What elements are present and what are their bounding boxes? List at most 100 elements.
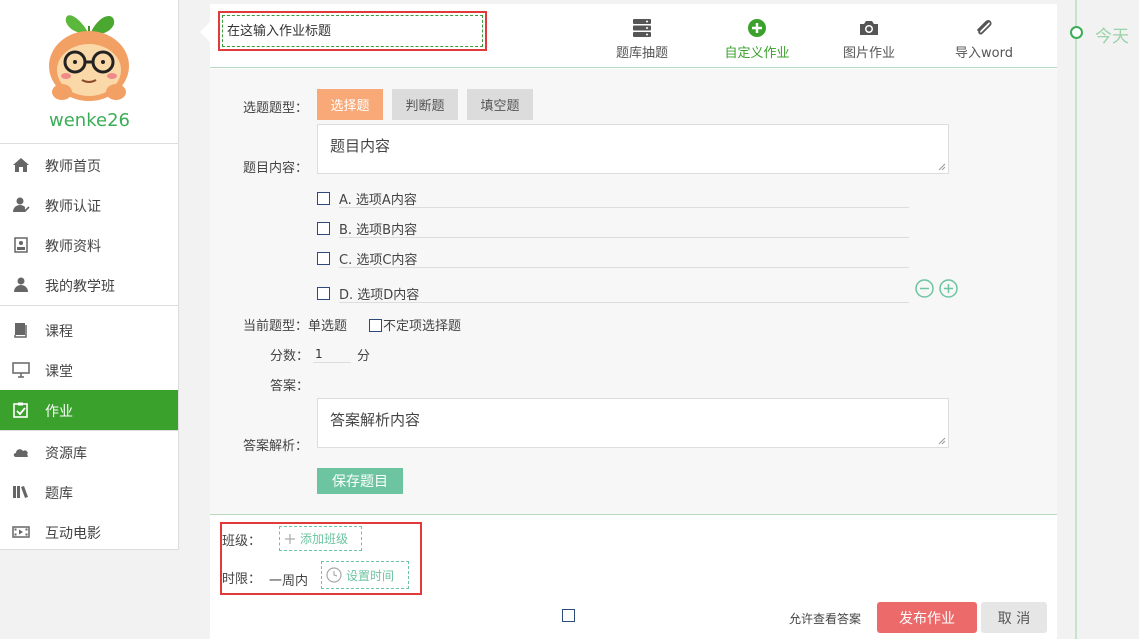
sidebar-item-interactive-movie[interactable]: 互动电影	[0, 512, 178, 552]
deadline-value: 一周内	[269, 574, 309, 589]
allow-view-answer-checkbox[interactable]	[562, 609, 575, 622]
answer-analysis-input[interactable]: 答案解析内容	[317, 398, 949, 448]
score-label: 分数：	[270, 349, 310, 364]
sidebar-item-label: 教师首页	[45, 159, 101, 175]
sidebar-item-homework[interactable]: 作业	[0, 390, 178, 430]
tab-label: 自定义作业	[724, 46, 790, 61]
question-type-label: 选题题型：	[243, 101, 309, 116]
add-option-icon[interactable]	[939, 279, 958, 298]
sidebar-item-question-bank[interactable]: 题库	[0, 472, 178, 512]
sidebar-item-label: 课堂	[45, 364, 73, 380]
camera-icon	[860, 21, 878, 35]
option-row-c: C. 选项C内容	[317, 249, 917, 269]
content-label: 题目内容：	[243, 161, 309, 176]
sidebar: wenke26 教师首页 教师认证 教师资料 我的教学班 课程 课堂 作业 资源…	[0, 0, 179, 550]
set-time-label: 设置时间	[346, 568, 395, 583]
homework-title-input[interactable]	[222, 15, 483, 47]
sidebar-item-teacher-verify[interactable]: 教师认证	[0, 185, 178, 225]
tab-question-bank-draw[interactable]: 题库抽题	[606, 18, 678, 62]
monitor-icon	[12, 362, 30, 378]
cancel-button[interactable]: 取 消	[981, 602, 1047, 633]
option-underline	[339, 237, 909, 238]
sidebar-item-label: 作业	[45, 404, 73, 420]
avatar[interactable]	[42, 4, 136, 106]
sidebar-item-courses[interactable]: 课程	[0, 310, 178, 350]
publish-homework-button[interactable]: 发布作业	[877, 602, 977, 633]
option-b-label[interactable]: B. 选项B内容	[339, 219, 417, 238]
paperclip-icon	[977, 20, 992, 35]
nav-divider	[0, 305, 179, 306]
remove-option-icon[interactable]	[915, 279, 934, 298]
tab-image-homework[interactable]: 图片作业	[836, 18, 902, 62]
add-class-label: 添加班级	[300, 532, 349, 546]
user-check-icon	[13, 197, 30, 213]
option-c-label[interactable]: C. 选项C内容	[339, 249, 417, 268]
type-choice-button[interactable]: 选择题	[317, 89, 383, 120]
set-time-button[interactable]: 设置时间	[321, 561, 409, 589]
sidebar-item-classroom[interactable]: 课堂	[0, 350, 178, 390]
resize-grip-icon[interactable]	[937, 162, 946, 171]
plus-circle-icon	[748, 19, 766, 37]
database-icon	[633, 19, 651, 37]
tab-label: 题库抽题	[615, 46, 668, 61]
uncertain-choice-label[interactable]: 不定项选择题	[383, 315, 461, 334]
option-c-checkbox[interactable]	[317, 252, 330, 265]
option-underline	[339, 267, 909, 268]
tab-custom-homework[interactable]: 自定义作业	[718, 18, 796, 62]
uncertain-choice-checkbox[interactable]	[369, 319, 382, 332]
film-icon	[12, 526, 30, 538]
sidebar-item-label: 我的教学班	[45, 279, 115, 295]
homework-editor: 题库抽题 自定义作业 图片作业 导入word 选题题型： 选择题 判断题 填空题…	[200, 4, 1057, 639]
option-a-checkbox[interactable]	[317, 192, 330, 205]
clock-icon	[326, 567, 342, 583]
option-a-label[interactable]: A. 选项A内容	[339, 189, 417, 208]
question-form: 选题题型： 选择题 判断题 填空题 题目内容： 题目内容 A. 选项A内容 B.…	[210, 69, 1057, 515]
title-pointer	[200, 22, 210, 42]
type-judge-button[interactable]: 判断题	[392, 89, 458, 120]
sidebar-item-label: 题库	[45, 486, 73, 502]
save-question-button[interactable]: 保存题目	[317, 468, 403, 494]
question-content-text: 题目内容	[330, 137, 391, 155]
option-row-d: D. 选项D内容	[317, 284, 917, 304]
timeline-track	[1075, 0, 1077, 639]
tab-import-word[interactable]: 导入word	[948, 18, 1020, 62]
plus-icon	[285, 533, 295, 544]
tab-label: 导入word	[955, 46, 1013, 61]
option-b-checkbox[interactable]	[317, 222, 330, 235]
sidebar-item-my-classes[interactable]: 我的教学班	[0, 265, 178, 305]
nav-divider	[0, 143, 179, 144]
users-icon	[14, 277, 28, 292]
nav-divider	[0, 430, 179, 431]
profile-card-icon	[14, 237, 28, 253]
timeline-today-label: 今天	[1095, 27, 1129, 47]
class-label: 班级：	[222, 534, 262, 549]
username: wenke26	[49, 110, 130, 131]
sidebar-item-label: 互动电影	[45, 526, 101, 542]
option-underline	[339, 302, 909, 303]
option-row-b: B. 选项B内容	[317, 219, 917, 239]
sidebar-item-label: 课程	[45, 324, 73, 340]
editor-header: 题库抽题 自定义作业 图片作业 导入word	[200, 4, 1057, 68]
sidebar-item-label: 资源库	[45, 446, 87, 462]
deadline-label: 时限：	[222, 572, 262, 587]
question-content-input[interactable]: 题目内容	[317, 124, 949, 174]
timeline-node	[1070, 26, 1083, 39]
tab-label: 图片作业	[842, 46, 895, 61]
option-d-checkbox[interactable]	[317, 287, 330, 300]
sidebar-item-teacher-home[interactable]: 教师首页	[0, 145, 178, 185]
type-fill-button[interactable]: 填空题	[467, 89, 533, 120]
clipboard-check-icon	[13, 402, 28, 418]
option-row-a: A. 选项A内容	[317, 189, 917, 209]
sidebar-item-resources[interactable]: 资源库	[0, 432, 178, 472]
cloud-icon	[13, 449, 29, 457]
resize-grip-icon[interactable]	[937, 436, 946, 445]
allow-view-answer-label[interactable]: 允许查看答案	[789, 610, 861, 627]
home-icon	[13, 158, 29, 172]
add-class-button[interactable]: 添加班级	[279, 526, 362, 551]
answer-label: 答案：	[270, 379, 310, 394]
option-d-label[interactable]: D. 选项D内容	[339, 284, 419, 303]
answer-analysis-text: 答案解析内容	[330, 411, 421, 429]
book-icon	[14, 323, 27, 338]
score-input[interactable]	[313, 345, 351, 363]
sidebar-item-teacher-profile[interactable]: 教师资料	[0, 225, 178, 265]
